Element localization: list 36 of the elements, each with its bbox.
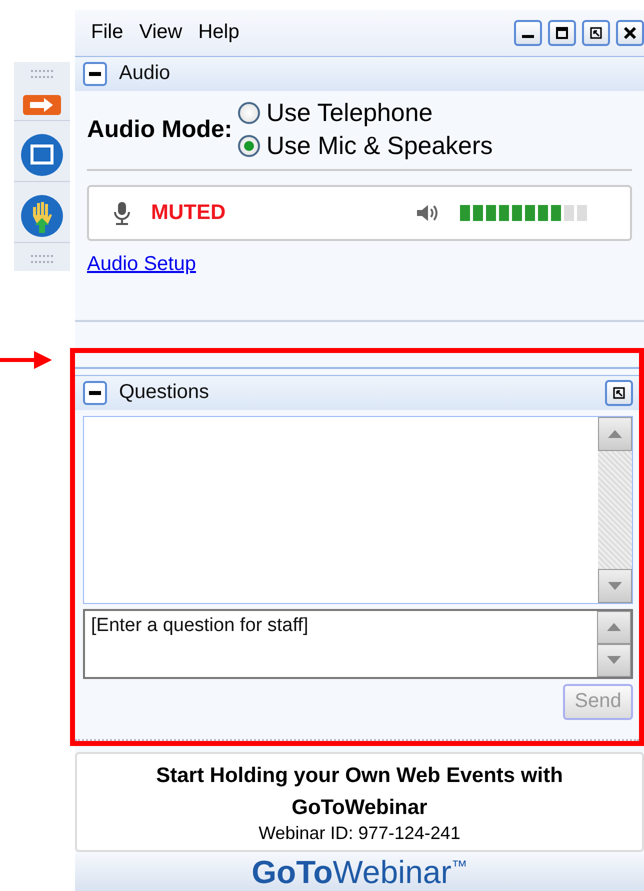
minimize-icon — [522, 35, 534, 38]
scroll-up-button[interactable] — [598, 416, 632, 451]
panel-title: Questions — [119, 381, 210, 404]
minimize-button[interactable] — [514, 20, 542, 46]
grip-icon — [31, 70, 53, 78]
minus-icon — [89, 72, 101, 76]
annotation-arrow — [0, 351, 52, 369]
radio-option[interactable]: Use Telephone — [238, 98, 493, 128]
popout-icon — [612, 386, 626, 400]
menu-item[interactable]: File — [87, 21, 130, 44]
audio-setup-link[interactable]: Audio Setup — [87, 252, 196, 276]
webinar-id: Webinar ID: 977-124-241 — [258, 823, 460, 844]
menu-item[interactable]: Help — [194, 21, 246, 44]
minus-icon — [89, 390, 101, 395]
panel-title: Audio — [119, 62, 170, 86]
promo-headline: Start Holding your Own Web Events with GoToWebinar — [155, 763, 564, 821]
collapse-button[interactable] — [83, 62, 107, 86]
popout-button[interactable] — [605, 380, 633, 406]
brand-logo: GoToWebinar$^{™}$ — [252, 854, 468, 891]
mic-status: MUTED — [151, 200, 226, 225]
restore-button[interactable] — [582, 20, 610, 46]
microphone-icon — [113, 200, 131, 225]
maximize-button[interactable] — [548, 20, 576, 46]
radio-option[interactable]: Use Mic & Speakers — [238, 132, 493, 161]
down-triangle-icon — [608, 582, 622, 590]
maximize-icon — [555, 26, 569, 40]
close-button[interactable] — [616, 20, 644, 46]
speaker-icon — [416, 202, 440, 223]
up-triangle-icon — [608, 430, 622, 438]
popout-icon — [589, 26, 603, 40]
collapse-button[interactable] — [83, 380, 107, 405]
close-icon — [623, 26, 637, 40]
audio-mode-label: Audio Mode: — [87, 116, 232, 144]
grip-icon — [31, 255, 53, 263]
menu-item[interactable]: View — [135, 21, 188, 44]
scroll-down-button[interactable] — [598, 568, 632, 603]
